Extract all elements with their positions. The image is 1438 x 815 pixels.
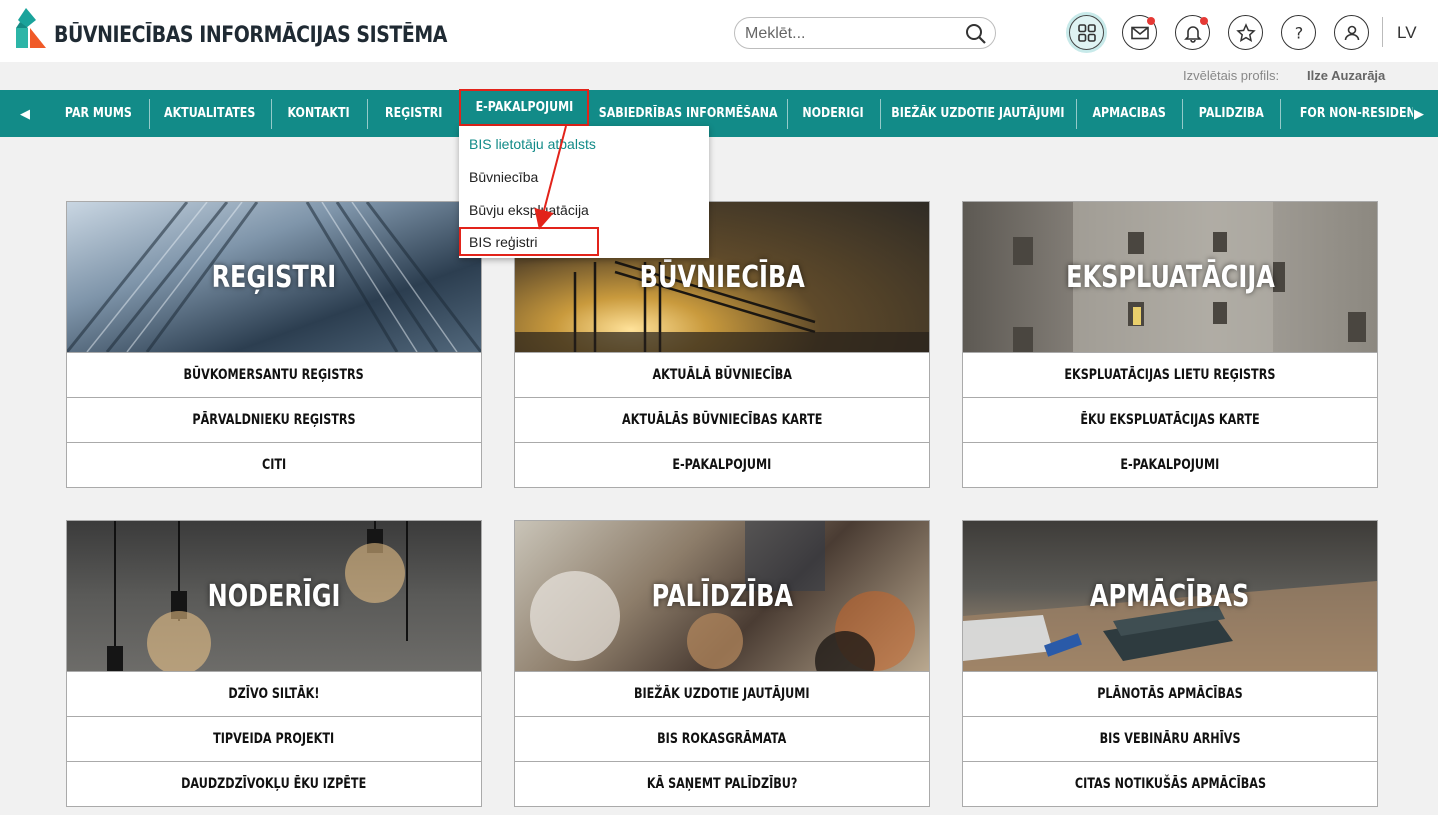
nav-item-palidziba[interactable]: PALĪDZĪBA [1191, 90, 1271, 137]
card-link[interactable]: PLĀNOTĀS APMĀCĪBAS [963, 671, 1377, 716]
nav-item-kontakti[interactable]: KONTAKTI [280, 90, 358, 137]
card-apmacibas: APMĀCĪBAS PLĀNOTĀS APMĀCĪBAS BIS VEBINĀR… [962, 520, 1378, 807]
mail-notification-dot [1147, 17, 1155, 25]
card-image-apmacibas[interactable]: APMĀCĪBAS [963, 521, 1377, 671]
mail-icon[interactable] [1122, 15, 1157, 50]
card-link[interactable]: BIS ROKASGRĀMATA [515, 716, 929, 761]
dropdown-highlight-box [459, 227, 599, 256]
card-link[interactable]: CITAS NOTIKUŠĀS APMĀCĪBAS [963, 761, 1377, 806]
dropdown-item-buvnieciba[interactable]: Būvniecība [469, 169, 538, 185]
search-icon[interactable] [965, 23, 987, 45]
nav-item-aktualitates[interactable]: AKTUALITĀTES [158, 90, 262, 137]
profile-name[interactable]: Ilze Auzarāja [1307, 68, 1385, 83]
site-title[interactable]: BŪVNIECĪBAS INFORMĀCIJAS SISTĒMA [54, 23, 447, 48]
card-link[interactable]: KĀ SAŅEMT PALĪDZĪBU? [515, 761, 929, 806]
header-divider [1382, 17, 1383, 47]
nav-scroll-left-icon[interactable]: ◀ [14, 90, 36, 137]
profile-bar: Izvēlētais profils: Ilze Auzarāja [0, 62, 1438, 90]
card-link[interactable]: BŪVKOMERSANTU REĢISTRS [67, 352, 481, 397]
card-link[interactable]: E-PAKALPOJUMI [963, 442, 1377, 487]
card-link[interactable]: DZĪVO SILTĀK! [67, 671, 481, 716]
star-icon[interactable] [1228, 15, 1263, 50]
card-title: PALĪDZĪBA [651, 578, 793, 614]
card-link[interactable]: AKTUĀLĀS BŪVNIECĪBAS KARTE [515, 397, 929, 442]
nav-item-noderigi[interactable]: NODERĪGI [796, 90, 870, 137]
card-registri: REĢISTRI BŪVKOMERSANTU REĢISTRS PĀRVALDN… [66, 201, 482, 488]
dropdown-item-buvju-ekspluatacija[interactable]: Būvju ekspluatācija [469, 202, 589, 218]
nav-item-for-non-resident[interactable]: FOR NON-RESIDENT [1289, 90, 1413, 137]
card-ekspluatacija: EKSPLUATĀCIJA EKSPLUATĀCIJAS LIETU REĢIS… [962, 201, 1378, 488]
nav-scroll-right-icon[interactable]: ▶ [1408, 90, 1430, 137]
nav-item-apmacibas[interactable]: APMĀCĪBAS [1085, 90, 1173, 137]
card-link[interactable]: EKSPLUATĀCIJAS LIETU REĢISTRS [963, 352, 1377, 397]
bell-icon[interactable] [1175, 15, 1210, 50]
card-noderigi: NODERĪGI DZĪVO SILTĀK! TIPVEIDA PROJEKTI… [66, 520, 482, 807]
search-input[interactable] [745, 23, 960, 45]
nav-item-par-mums[interactable]: PAR MUMS [56, 90, 140, 137]
nav-item-registri[interactable]: REĢISTRI [376, 90, 451, 137]
profile-label: Izvēlētais profils: [1183, 68, 1280, 83]
card-title: BŪVNIECĪBA [639, 259, 805, 295]
card-image-palidziba[interactable]: PALĪDZĪBA [515, 521, 929, 671]
card-title: APMĀCĪBAS [1090, 578, 1250, 614]
nav-item-biezak-uzdotie-jautajumi[interactable]: BIEŽĀK UZDOTIE JAUTĀJUMI [889, 90, 1067, 137]
apps-icon[interactable] [1069, 15, 1104, 50]
svg-text:?: ? [1294, 23, 1303, 42]
card-title: EKSPLUATĀCIJA [1065, 259, 1275, 295]
card-title: REĢISTRI [211, 259, 337, 295]
card-link[interactable]: PĀRVALDNIEKU REĢISTRS [67, 397, 481, 442]
bell-notification-dot [1200, 17, 1208, 25]
card-link[interactable]: ĒKU EKSPLUATĀCIJAS KARTE [963, 397, 1377, 442]
bis-logo[interactable] [12, 6, 48, 50]
card-link[interactable]: CITI [67, 442, 481, 487]
card-link[interactable]: TIPVEIDA PROJEKTI [67, 716, 481, 761]
card-link[interactable]: E-PAKALPOJUMI [515, 442, 929, 487]
card-image-ekspluatacija[interactable]: EKSPLUATĀCIJA [963, 202, 1377, 352]
card-title: NODERĪGI [207, 578, 341, 614]
dropdown-item-bis-lietotaju-atbalsts[interactable]: BIS lietotāju atbalsts [469, 136, 596, 152]
nav-item-e-pakalpojumi[interactable]: E-PAKALPOJUMI [459, 89, 589, 126]
site-header: BŪVNIECĪBAS INFORMĀCIJAS SISTĒMA ? LV [0, 0, 1438, 62]
card-image-registri[interactable]: REĢISTRI [67, 202, 481, 352]
card-link[interactable]: BIEŽĀK UZDOTIE JAUTĀJUMI [515, 671, 929, 716]
card-palidziba: PALĪDZĪBA BIEŽĀK UZDOTIE JAUTĀJUMI BIS R… [514, 520, 930, 807]
main-nav: ◀ PAR MUMS AKTUALITĀTES KONTAKTI REĢISTR… [0, 89, 1438, 137]
card-image-noderigi[interactable]: NODERĪGI [67, 521, 481, 671]
card-link[interactable]: DAUDZDZĪVOKĻU ĒKU IZPĒTE [67, 761, 481, 806]
card-link[interactable]: BIS VEBINĀRU ARHĪVS [963, 716, 1377, 761]
user-icon[interactable] [1334, 15, 1369, 50]
card-link[interactable]: AKTUĀLĀ BŪVNIECĪBA [515, 352, 929, 397]
search-box [734, 17, 996, 49]
help-icon[interactable]: ? [1281, 15, 1316, 50]
language-switcher[interactable]: LV [1397, 23, 1417, 43]
